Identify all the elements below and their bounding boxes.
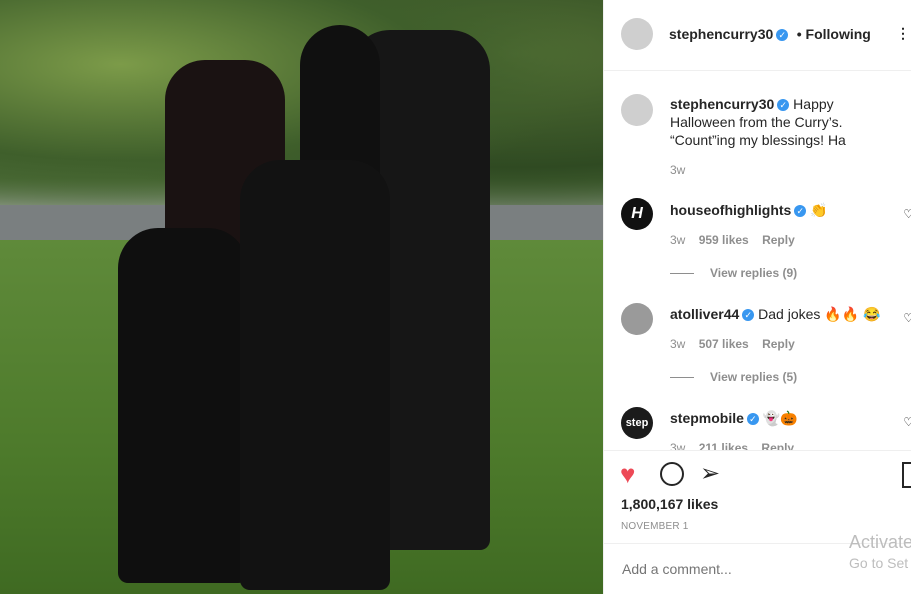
view-replies-text[interactable]: View replies (9) <box>710 266 797 280</box>
comment-likes[interactable]: 959 likes <box>699 233 749 247</box>
comment-text: Dad jokes 🔥🔥 😂 <box>758 306 881 322</box>
comment-reply-button[interactable]: Reply <box>761 441 794 450</box>
comment-meta-1: 3w 959 likes Reply <box>670 233 795 247</box>
comment-bubble-icon[interactable] <box>660 462 684 486</box>
caption-author-avatar[interactable] <box>621 94 653 126</box>
comment-time[interactable]: 3w <box>670 233 685 247</box>
comment-username[interactable]: stepmobile <box>670 410 744 426</box>
comment-avatar[interactable]: H <box>621 198 653 230</box>
caption-time[interactable]: 3w <box>670 163 685 177</box>
comment-meta-3: 3w 211 likes Reply <box>670 441 794 450</box>
heart-filled-icon[interactable]: ♥ <box>620 459 635 490</box>
comment-time[interactable]: 3w <box>670 441 685 450</box>
paper-plane-icon[interactable]: ➢ <box>700 459 720 488</box>
verified-badge-icon: ✓ <box>794 205 807 218</box>
bookmark-icon[interactable] <box>902 462 911 488</box>
post-header: stephencurry30 ✓ • Following ⋮ <box>604 0 911 71</box>
verified-badge-icon: ✓ <box>777 99 790 112</box>
comment-text: 👏 <box>810 202 828 218</box>
comment-1: houseofhighlights ✓ 👏 <box>670 201 890 219</box>
comment-likes[interactable]: 211 likes <box>699 441 748 450</box>
verified-badge-icon: ✓ <box>742 309 755 322</box>
comment-avatar[interactable] <box>621 303 653 335</box>
comment-likes[interactable]: 507 likes <box>699 337 749 351</box>
comment-input[interactable] <box>620 560 854 578</box>
photo-figure-child-center <box>240 160 390 590</box>
post-photo[interactable] <box>0 0 603 594</box>
post-date[interactable]: NOVEMBER 1 <box>621 521 689 532</box>
more-options-icon[interactable]: ⋮ <box>896 25 910 42</box>
divider-line <box>670 273 694 275</box>
comment-like-heart-icon[interactable]: ♡ <box>903 311 911 325</box>
comment-time[interactable]: 3w <box>670 337 685 351</box>
post-side-panel: stephencurry30 ✓ • Following ⋮ stephencur… <box>603 0 911 594</box>
verified-badge-icon: ✓ <box>776 28 789 41</box>
likes-count[interactable]: 1,800,167 likes <box>621 496 718 512</box>
comment-like-heart-icon[interactable]: ♡ <box>903 207 911 221</box>
caption-username[interactable]: stephencurry30 <box>670 96 774 112</box>
comment-like-heart-icon[interactable]: ♡ <box>903 415 911 429</box>
comment-text: 👻🎃 <box>762 410 798 426</box>
system-watermark-line2: Go to Set <box>849 555 909 571</box>
view-replies-1[interactable]: View replies (9) <box>670 266 797 280</box>
divider-line <box>670 377 694 379</box>
follow-status[interactable]: • Following <box>797 26 871 42</box>
caption: stephencurry30 ✓ Happy Halloween from the… <box>670 95 902 149</box>
system-watermark-line1: Activate <box>849 532 911 552</box>
author-line: stephencurry30 ✓ • Following <box>669 26 871 44</box>
comment-3: stepmobile ✓ 👻🎃 <box>670 409 890 427</box>
comment-reply-button[interactable]: Reply <box>762 337 795 351</box>
author-avatar[interactable] <box>621 18 653 50</box>
view-replies-text[interactable]: View replies (5) <box>710 370 797 384</box>
comment-3-clip: step stepmobile ✓ 👻🎃 ♡ 3w 211 likes Reply <box>604 400 911 450</box>
comment-username[interactable]: houseofhighlights <box>670 202 791 218</box>
comment-reply-button[interactable]: Reply <box>762 233 795 247</box>
verified-badge-icon: ✓ <box>746 413 759 426</box>
comment-meta-2: 3w 507 likes Reply <box>670 337 795 351</box>
photo-figure-child-left <box>118 228 248 583</box>
comment-2: atolliver44 ✓ Dad jokes 🔥🔥 😂 <box>670 305 890 323</box>
author-username[interactable]: stephencurry30 <box>669 26 773 42</box>
comment-avatar[interactable]: step <box>621 407 653 439</box>
view-replies-2[interactable]: View replies (5) <box>670 370 797 384</box>
comment-username[interactable]: atolliver44 <box>670 306 739 322</box>
